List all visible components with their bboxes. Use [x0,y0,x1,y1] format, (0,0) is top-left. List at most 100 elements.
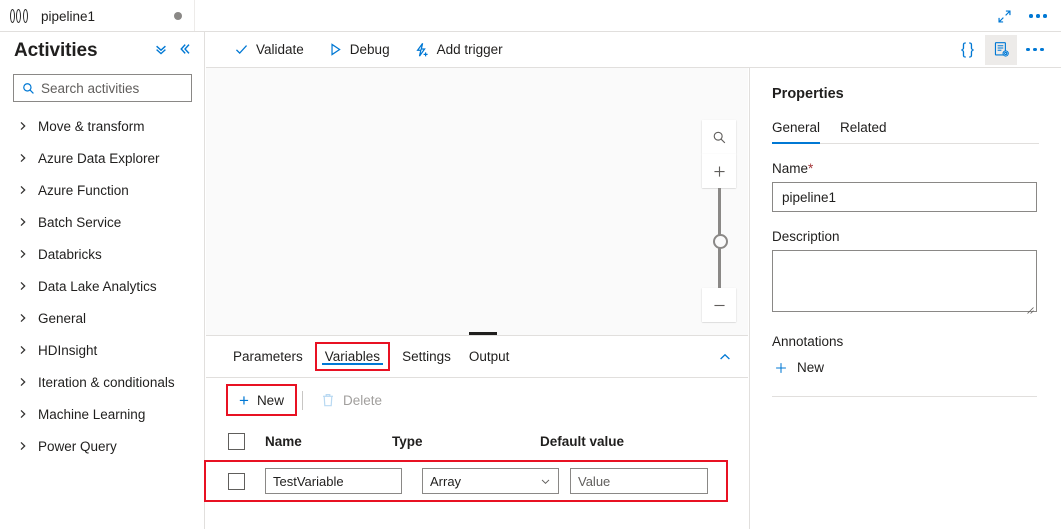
checkmark-icon [235,45,248,54]
properties-panel-icon[interactable] [985,34,1017,65]
zoom-to-fit-button[interactable] [702,120,736,154]
column-header-type: Type [392,433,423,449]
add-trigger-button[interactable]: Add trigger [404,35,513,65]
search-activities-box[interactable] [13,74,192,102]
variables-table-header: Name Type Default value [206,426,748,456]
activity-category-label: Power Query [38,438,117,454]
activity-category-databricks[interactable]: Databricks [0,238,204,270]
select-all-checkbox[interactable] [228,432,245,450]
name-field-label: Name* [772,161,1039,176]
debug-button[interactable]: Debug [318,35,400,65]
activity-category-label: Iteration & conditionals [38,374,175,390]
activities-title: Activities [14,40,98,61]
tab-general[interactable]: General [772,120,821,144]
double-chevron-left-icon[interactable] [178,42,192,60]
add-annotation-label: New [797,360,825,375]
search-icon [23,82,34,94]
activity-category-general[interactable]: General [0,302,204,334]
delete-variable-button[interactable]: Delete [310,386,393,414]
search-activities-input[interactable] [41,80,191,96]
activity-category-label: Batch Service [38,214,122,230]
activity-category-iteration-conditionals[interactable]: Iteration & conditionals [0,366,204,398]
required-asterisk: * [808,161,814,176]
name-label-text: Name [772,161,809,176]
toolbar-right-actions: { } [951,34,1061,65]
command-separator [301,390,303,410]
zoom-slider-thumb[interactable] [712,234,728,249]
tab-pipeline1[interactable]: pipeline1 [0,0,195,32]
tab-settings-label: Settings [402,349,451,364]
validate-button[interactable]: Validate [224,35,314,65]
curly-braces-icon[interactable]: { } [951,35,983,65]
activities-sidebar: Activities Search activities Move & tran… [0,32,205,529]
activity-category-azure-data-explorer[interactable]: Azure Data Explorer [0,142,204,174]
column-header-default-value: Default value [540,433,625,449]
tab-output[interactable]: Output [460,336,519,378]
tab-settings[interactable]: Settings [393,336,460,378]
chevron-right-icon [20,409,26,419]
unsaved-changes-dot [174,12,182,20]
chevron-right-icon [20,217,26,227]
plus-icon [713,165,725,177]
new-variable-button[interactable]: + New [226,384,297,416]
zoom-out-button[interactable] [702,288,736,322]
activity-category-hdinsight[interactable]: HDInsight [0,334,204,366]
toolbar-more-ellipsis-icon[interactable] [1019,35,1051,65]
validate-label: Validate [256,42,304,57]
activities-header: Activities [0,32,204,70]
activity-category-machine-learning[interactable]: Machine Learning [0,398,204,430]
zoom-slider-track[interactable] [702,188,736,288]
zoom-in-button[interactable] [702,154,736,188]
tab-output-label: Output [468,349,510,364]
variable-type-value: Array [430,473,462,489]
trash-icon [322,393,333,406]
pipeline-bottom-panel: Parameters Variables Settings Output + N… [204,332,748,529]
chevron-right-icon [20,153,26,163]
chevron-right-icon [20,377,26,387]
activity-category-label: Move & transform [38,118,145,134]
magnifier-icon [713,131,725,143]
double-chevron-down-icon[interactable] [154,42,168,60]
pipeline-description-textarea[interactable] [772,250,1037,312]
add-annotation-button[interactable]: New [772,357,826,378]
chevron-right-icon [20,121,26,131]
table-row: TestVariable Array Value [204,460,728,502]
activity-category-label: General [38,310,87,326]
activity-category-data-lake-analytics[interactable]: Data Lake Analytics [0,270,204,302]
activity-category-azure-function[interactable]: Azure Function [0,174,204,206]
activity-category-batch-service[interactable]: Batch Service [0,206,204,238]
pipeline-canvas[interactable] [206,68,748,336]
tab-variables-label: Variables [324,349,381,364]
pipeline-toolbar: Validate Debug Add trigger { } [206,32,1061,68]
tab-related[interactable]: Related [840,120,887,143]
variable-type-select[interactable]: Array [422,468,559,494]
plus-icon [776,362,786,373]
variables-command-bar: + New Delete [206,378,748,422]
properties-tabs: General Related [772,120,1039,144]
bottom-panel-tabs: Parameters Variables Settings Output [206,336,748,378]
delete-variable-label: Delete [342,392,382,408]
activity-category-label: Data Lake Analytics [38,278,157,294]
minus-icon [713,304,725,306]
tab-parameters-label: Parameters [233,349,303,364]
activity-category-move-transform[interactable]: Move & transform [0,110,204,142]
debug-label: Debug [349,42,390,57]
variable-default-value-input[interactable]: Value [570,468,708,494]
chevron-right-icon [20,441,26,451]
pipeline-name-input[interactable] [772,182,1037,212]
tab-variables[interactable]: Variables [314,342,391,371]
chevron-up-icon[interactable] [718,350,732,364]
canvas-zoom-controls [702,120,736,322]
new-variable-label: New [256,392,284,408]
tab-parameters[interactable]: Parameters [224,336,312,378]
expand-diagonal-icon[interactable] [989,3,1019,29]
more-ellipsis-icon[interactable] [1023,3,1053,29]
chevron-right-icon [20,281,26,291]
play-triangle-icon [331,43,341,56]
properties-panel: Properties General Related Name* Descrip… [749,68,1061,529]
activity-category-power-query[interactable]: Power Query [0,430,204,462]
properties-icon-glyph [994,42,1009,57]
row-select-checkbox[interactable] [228,472,245,490]
pipeline-icon [10,9,32,23]
variable-name-input[interactable]: TestVariable [265,468,402,494]
